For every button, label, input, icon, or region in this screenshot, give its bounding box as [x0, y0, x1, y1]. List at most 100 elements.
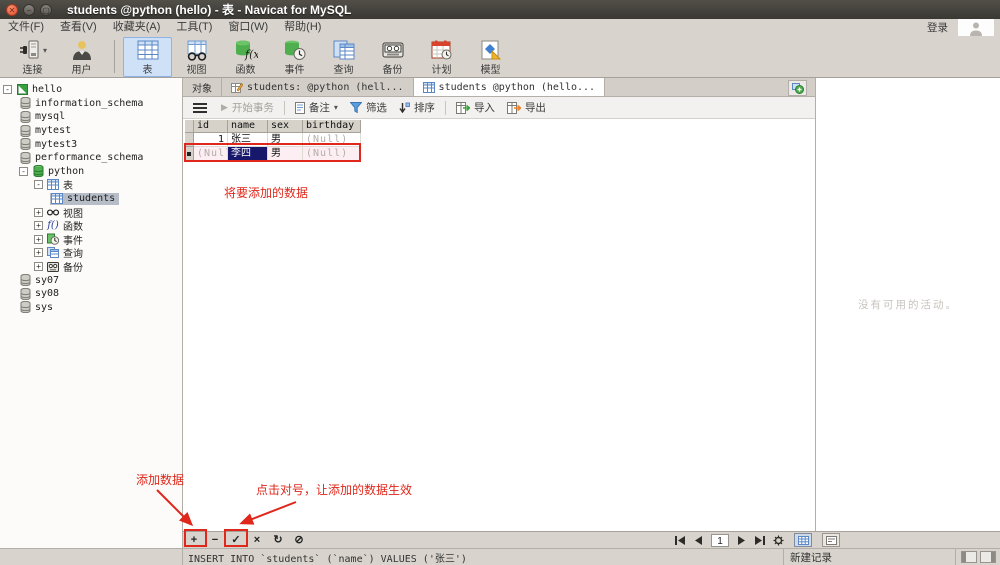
tab-table-designer[interactable]: students: @python (hell... [222, 78, 414, 96]
expand-icon[interactable]: + [34, 235, 43, 244]
menu-tools[interactable]: 工具(T) [168, 19, 220, 36]
menubar: 文件(F) 查看(V) 收藏夹(A) 工具(T) 窗口(W) 帮助(H) 登录 [0, 19, 1000, 36]
begin-transaction-button[interactable]: ▶ 开始事务 [215, 100, 280, 115]
cell-sex[interactable]: 男 [268, 147, 303, 161]
tree-item-hello[interactable]: - hello [0, 83, 182, 97]
tree-item-backups-folder[interactable]: + 备份 [0, 260, 182, 274]
add-record-button[interactable]: + [187, 533, 201, 548]
close-window-button[interactable]: ✕ [6, 4, 18, 16]
settings-gear-icon[interactable] [773, 535, 784, 546]
toolbar-event[interactable]: 事件 [270, 37, 319, 77]
menu-file[interactable]: 文件(F) [0, 19, 52, 36]
form-view-button[interactable] [822, 533, 840, 547]
toolbar-model[interactable]: 模型 [466, 37, 515, 77]
tree-item-mysql[interactable]: mysql [0, 110, 182, 124]
next-record-icon[interactable] [737, 536, 746, 545]
export-button[interactable]: 导出 [501, 100, 552, 115]
column-header-name[interactable]: name [228, 120, 268, 133]
maximize-window-button[interactable]: ▢ [40, 4, 52, 16]
expand-icon[interactable]: + [34, 221, 43, 230]
sort-button[interactable]: 排序 [393, 100, 441, 115]
tree-item-functions-folder[interactable]: + f() 函数 [0, 219, 182, 233]
cell-name-selected[interactable]: 李四 [228, 147, 268, 161]
cell-id[interactable]: 1 [194, 133, 228, 147]
cell-birthday[interactable]: (Null) [303, 147, 361, 161]
column-header-birthday[interactable]: birthday [303, 120, 361, 133]
toggle-right-panel-button[interactable] [980, 551, 996, 563]
page-number-input[interactable]: 1 [711, 534, 729, 547]
connection-dropdown-caret-icon[interactable]: ▾ [43, 46, 47, 55]
expand-icon[interactable]: + [34, 262, 43, 271]
tree-item-sys[interactable]: sys [0, 301, 182, 315]
toolbar-connection[interactable]: ▾ 连接 [8, 37, 57, 77]
menu-view[interactable]: 查看(V) [52, 19, 105, 36]
cell-id[interactable]: (Null) [194, 147, 228, 161]
no-activity-text: 没有可用的活动。 [858, 297, 958, 312]
minimize-window-button[interactable]: – [23, 4, 35, 16]
tab-objects[interactable]: 对象 [183, 78, 222, 96]
toolbar-function[interactable]: f(x) 函数 [221, 37, 270, 77]
menu-favorites[interactable]: 收藏夹(A) [105, 19, 169, 36]
previous-record-icon[interactable] [694, 536, 703, 545]
grid-view-button[interactable] [794, 533, 812, 547]
note-button[interactable]: 备注 ▾ [289, 100, 344, 115]
editing-row-marker-icon[interactable] [185, 147, 194, 161]
menu-window[interactable]: 窗口(W) [220, 19, 276, 36]
tree-item-views-folder[interactable]: + 视图 [0, 205, 182, 219]
toolbar-table[interactable]: 表 [123, 37, 172, 77]
refresh-button[interactable]: ↻ [271, 533, 285, 548]
statusbar-left-cell [0, 549, 183, 565]
tree-item-mytest3[interactable]: mytest3 [0, 137, 182, 151]
collapse-icon[interactable]: - [34, 180, 43, 189]
collapse-icon[interactable]: - [3, 85, 12, 94]
expand-icon[interactable]: + [34, 208, 43, 217]
column-header-id[interactable]: id [194, 120, 228, 133]
first-record-icon[interactable] [675, 536, 686, 545]
tree-item-python[interactable]: - python [0, 165, 182, 179]
tree-item-queries-folder[interactable]: + 查询 [0, 246, 182, 260]
last-record-icon[interactable] [754, 536, 765, 545]
column-header-sex[interactable]: sex [268, 120, 303, 133]
toggle-left-panel-button[interactable] [961, 551, 977, 563]
cell-name[interactable]: 张三 [228, 133, 268, 147]
tree-item-label: sys [35, 302, 53, 313]
tree-item-students[interactable]: students [0, 192, 182, 206]
login-link[interactable]: 登录 [917, 20, 958, 35]
tree-item-sy08[interactable]: sy08 [0, 287, 182, 301]
tree-item-tables-folder[interactable]: - 表 [0, 178, 182, 192]
delete-record-button[interactable]: − [208, 533, 222, 548]
menu-help[interactable]: 帮助(H) [276, 19, 329, 36]
stop-button[interactable]: ⊘ [292, 533, 306, 548]
toolbar-schedule[interactable]: 计划 [417, 37, 466, 77]
new-tab-button[interactable] [788, 80, 807, 96]
menu-hamburger-icon[interactable] [193, 103, 207, 113]
note-label: 备注 [309, 100, 330, 115]
table-row[interactable]: 1 张三 男 (Null) [185, 133, 361, 147]
row-selector[interactable] [185, 133, 194, 147]
cell-sex[interactable]: 男 [268, 133, 303, 147]
expand-icon[interactable]: + [34, 248, 43, 257]
filter-button[interactable]: 筛选 [344, 100, 393, 115]
tree-item-mytest[interactable]: mytest [0, 124, 182, 138]
avatar[interactable] [958, 19, 994, 36]
table-row-new[interactable]: (Null) 李四 男 (Null) [185, 147, 361, 161]
tree-item-sy07[interactable]: sy07 [0, 273, 182, 287]
toolbar-backup[interactable]: 备份 [368, 37, 417, 77]
import-button[interactable]: 导入 [450, 100, 501, 115]
tree-item-information-schema[interactable]: information_schema [0, 97, 182, 111]
tab-table-data[interactable]: students @python (hello... [414, 78, 606, 96]
toolbar-query[interactable]: 查询 [319, 37, 368, 77]
toolbar-user[interactable]: 用户 [57, 37, 106, 77]
discard-changes-button[interactable]: × [250, 533, 264, 548]
collapse-icon[interactable]: - [19, 167, 28, 176]
toolbar-view[interactable]: 视图 [172, 37, 221, 77]
toolbar-backup-label: 备份 [383, 61, 403, 76]
tree-item-performance-schema[interactable]: performance_schema [0, 151, 182, 165]
grid-view-icon [798, 536, 809, 545]
tree-item-events-folder[interactable]: + 事件 [0, 233, 182, 247]
cell-birthday[interactable]: (Null) [303, 133, 361, 147]
toolbar-event-label: 事件 [285, 61, 305, 76]
apply-changes-button[interactable]: ✓ [229, 533, 243, 548]
toolbar-query-label: 查询 [334, 61, 354, 76]
grid-header-row: id name sex birthday [185, 120, 361, 133]
